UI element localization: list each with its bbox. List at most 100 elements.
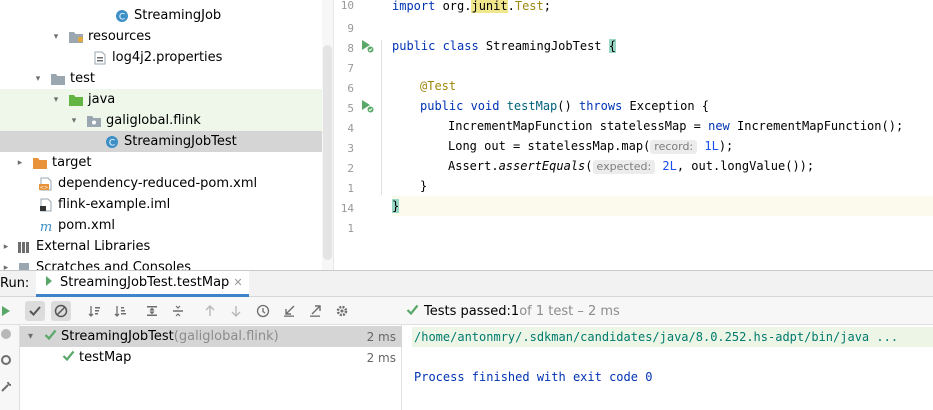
excluded-folder-icon	[32, 155, 48, 171]
chevron-down-icon[interactable]: ▾	[68, 115, 80, 127]
chevron-down-icon[interactable]: ▾	[50, 94, 62, 106]
editor-gutter: 10 9 8 7 6 5 4 3 2 1 14 1	[334, 0, 382, 270]
tree-item-label: java	[88, 92, 116, 107]
settings-icon[interactable]	[0, 353, 14, 367]
matched-brace: }	[392, 199, 400, 213]
tree-item-dependency-pom[interactable]: <> dependency-reduced-pom.xml	[0, 173, 322, 194]
number-literal: 1L	[704, 139, 719, 153]
folder-icon	[50, 71, 66, 87]
test-results-tree: ▾ StreamingJobTest (galiglobal.flink) 2 …	[20, 325, 402, 410]
tree-item-label: resources	[88, 29, 152, 44]
gear-icon[interactable]	[332, 301, 352, 321]
rerun-failed-icon[interactable]	[0, 327, 14, 341]
test-tab-icon	[42, 274, 56, 292]
keyword: public class	[392, 39, 486, 53]
line-number: 1	[347, 182, 354, 195]
console-output[interactable]: /home/antonmry/.sdkman/candidates/java/8…	[402, 325, 933, 410]
code-line-2: Assert.assertEquals(expected: 2L, out.lo…	[392, 156, 933, 176]
chevron-down-icon[interactable]: ▾	[50, 31, 62, 43]
run-tab[interactable]: StreamingJobTest.testMap ✕	[36, 271, 249, 297]
tree-item-package[interactable]: ▾ galiglobal.flink	[0, 110, 322, 131]
search-highlight: junit	[471, 0, 508, 13]
console-command-line[interactable]: /home/antonmry/.sdkman/candidates/java/8…	[412, 327, 933, 347]
tree-item-streamingjob[interactable]: C StreamingJob	[0, 5, 322, 26]
fold-guide	[381, 40, 382, 195]
chevron-right-icon[interactable]: ▸	[14, 157, 26, 169]
code-text: Test	[514, 0, 544, 13]
tree-item-label: dependency-reduced-pom.xml	[58, 176, 258, 191]
code-editor[interactable]: 10 9 8 7 6 5 4 3 2 1 14 1 import org.jun…	[333, 0, 933, 270]
code-text: org.	[442, 0, 472, 13]
run-test-method-icon[interactable]	[360, 99, 374, 113]
code-text: .	[507, 0, 515, 13]
svg-text:C: C	[109, 138, 115, 148]
svg-text:m: m	[40, 220, 52, 233]
tree-item-streamingjobtest[interactable]: C StreamingJobTest	[0, 131, 322, 152]
code-text: (	[585, 159, 593, 173]
tree-item-java[interactable]: ▾ java	[0, 89, 322, 110]
previous-failed-icon[interactable]	[200, 301, 220, 321]
tree-item-scratches[interactable]: ▸ Scratches and Consoles	[0, 257, 322, 270]
tree-item-log4j2[interactable]: log4j2.properties	[0, 47, 322, 68]
test-result-class[interactable]: ▾ StreamingJobTest (galiglobal.flink) 2 …	[20, 326, 402, 347]
tree-item-label: StreamingJob	[134, 8, 222, 23]
sort-by-duration-icon[interactable]	[110, 301, 130, 321]
keyword: public void	[420, 99, 507, 113]
sort-alphabetically-icon[interactable]	[84, 301, 104, 321]
show-passed-icon[interactable]	[25, 301, 45, 321]
keyword: new	[708, 119, 730, 133]
tree-item-test[interactable]: ▾ test	[0, 68, 322, 89]
code-line-4: IncrementMapFunction statelessMap = new …	[392, 116, 933, 136]
test-result-method[interactable]: testMap 2 ms	[20, 347, 402, 368]
tree-item-resources[interactable]: ▾ resources	[0, 26, 322, 47]
tree-item-iml[interactable]: flink-example.iml	[0, 194, 322, 215]
code-line-1: }	[392, 176, 933, 196]
tree-item-target[interactable]: ▸ target	[0, 152, 322, 173]
tree-scrollbar-thumb[interactable]	[323, 45, 332, 260]
line-number: 6	[347, 82, 354, 95]
status-passed-label: Tests passed:	[424, 303, 511, 319]
code-text: IncrementMapFunction statelessMap =	[448, 119, 709, 133]
tree-item-label: External Libraries	[36, 239, 151, 254]
tree-scrollbar[interactable]	[322, 0, 333, 270]
next-failed-icon[interactable]	[226, 301, 246, 321]
svg-text:C: C	[119, 12, 125, 22]
expand-all-icon[interactable]	[142, 301, 162, 321]
properties-file-icon	[92, 50, 108, 66]
line-number: 9	[347, 22, 354, 35]
show-ignored-icon[interactable]	[51, 301, 71, 321]
wrench-icon[interactable]	[0, 379, 14, 393]
close-icon[interactable]: ✕	[233, 276, 242, 289]
project-tree: C StreamingJob ▾ resources log4j2.proper…	[0, 0, 333, 270]
test-duration: 2 ms	[366, 350, 396, 365]
tree-item-label: Scratches and Consoles	[36, 260, 192, 270]
code-text: IncrementMapFunction();	[729, 119, 904, 133]
code-area[interactable]: import org.junit.Test; public class Stre…	[392, 0, 933, 270]
chevron-down-icon[interactable]: ▾	[32, 73, 44, 85]
chevron-down-icon[interactable]: ▾	[28, 331, 40, 342]
collapse-all-icon[interactable]	[168, 301, 188, 321]
code-line-current: }	[392, 196, 933, 216]
code-line-import: import org.junit.Test;	[392, 0, 933, 16]
rerun-icon[interactable]	[0, 301, 16, 321]
chevron-right-icon[interactable]: ▸	[0, 241, 12, 253]
run-test-class-icon[interactable]	[360, 39, 374, 53]
status-count: 1	[510, 303, 520, 319]
import-tests-icon[interactable]	[279, 301, 299, 321]
export-tests-icon[interactable]	[305, 301, 325, 321]
code-line-annotation: @Test	[392, 76, 933, 96]
number-literal: 2L	[662, 159, 677, 173]
test-history-icon[interactable]	[253, 301, 273, 321]
code-text: ()	[557, 99, 579, 113]
line-number: 1	[347, 222, 354, 235]
chevron-right-icon[interactable]: ▸	[0, 262, 12, 271]
tree-item-external-libraries[interactable]: ▸ External Libraries	[0, 236, 322, 257]
iml-file-icon	[38, 197, 54, 213]
annotation: @Test	[420, 79, 457, 93]
tree-item-pom[interactable]: m pom.xml	[0, 215, 322, 236]
tree-item-label: test	[70, 71, 95, 86]
